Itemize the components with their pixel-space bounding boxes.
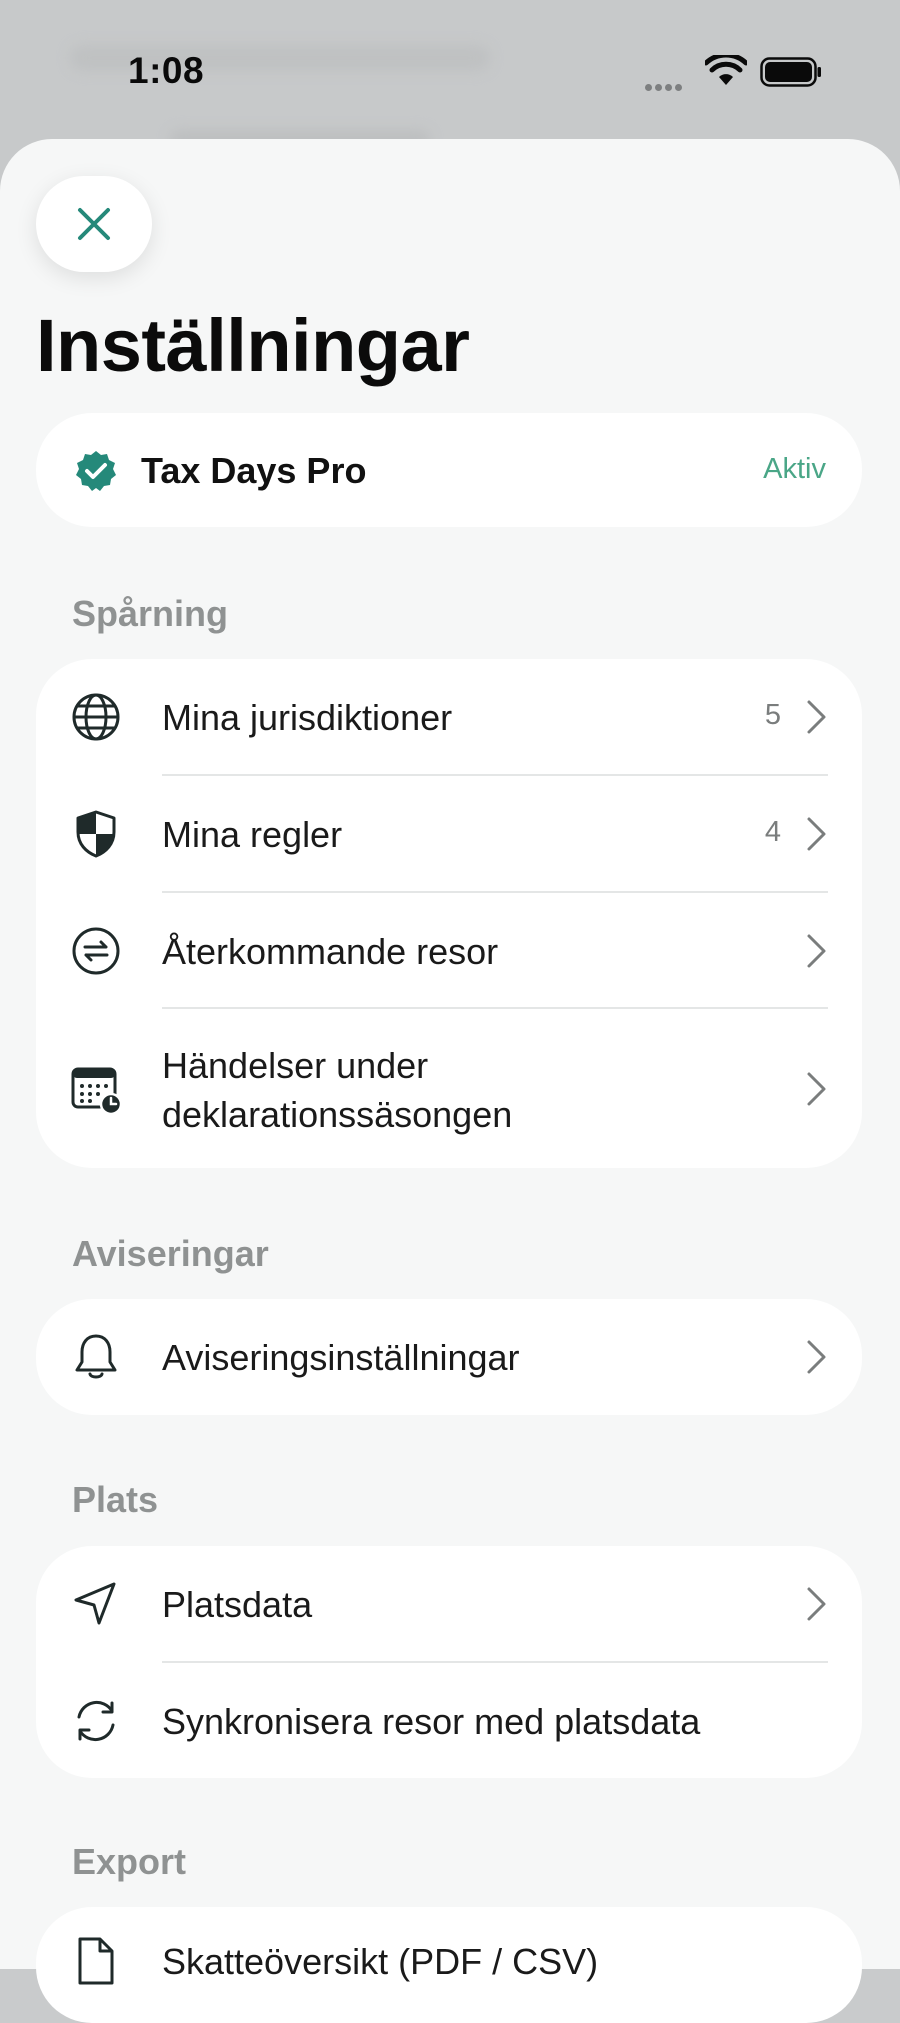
bell-icon — [75, 1334, 117, 1379]
document-icon — [78, 1937, 114, 1985]
chevron-right-icon — [807, 1587, 826, 1621]
row-label: Skatteöversikt (PDF / CSV) — [162, 1941, 599, 1982]
row-label: Återkommande resor — [162, 931, 499, 972]
battery-icon — [760, 57, 821, 87]
close-button[interactable] — [36, 176, 152, 272]
row-label: Mina jurisdiktioner — [162, 697, 453, 738]
page-title: Inställningar — [36, 304, 470, 387]
row-sync-trips[interactable]: Synkronisera resor med platsdata — [36, 1663, 862, 1778]
row-count: 4 — [764, 816, 781, 848]
shield-icon — [76, 810, 116, 858]
section-label-plats: Plats — [72, 1479, 159, 1520]
sync-icon — [77, 1701, 115, 1741]
section-label-sparning: Spårning — [72, 593, 229, 634]
row-label: Platsdata — [162, 1584, 313, 1625]
close-icon — [78, 208, 110, 240]
section-label-aviseringar: Aviseringar — [72, 1233, 269, 1274]
row-tax-season-events[interactable]: Händelser under deklarationssäsongen — [36, 1009, 862, 1168]
row-rules[interactable]: Mina regler 4 — [36, 776, 862, 892]
export-card: Skatteöversikt (PDF / CSV) — [36, 1907, 862, 2023]
calendar-clock-icon — [71, 1067, 122, 1115]
location-arrow-icon — [74, 1582, 116, 1625]
status-time: 1:08 — [128, 50, 205, 91]
verified-badge-icon — [76, 451, 116, 491]
wifi-icon — [705, 55, 747, 85]
row-label: Händelser under deklarationssäsongen — [162, 1045, 513, 1135]
row-tax-summary-export[interactable]: Skatteöversikt (PDF / CSV) — [36, 1907, 862, 2023]
tracking-card: Mina jurisdiktioner 5 Mina regler 4 Åter… — [36, 659, 862, 1168]
row-label: Synkronisera resor med platsdata — [162, 1701, 701, 1742]
repeat-icon — [72, 927, 120, 975]
row-recurring-trips[interactable]: Återkommande resor — [36, 893, 862, 1009]
row-notification-settings[interactable]: Aviseringsinställningar — [36, 1299, 862, 1415]
row-count: 5 — [764, 699, 781, 731]
notifications-card: Aviseringsinställningar — [36, 1299, 862, 1415]
chevron-right-icon — [807, 1340, 826, 1374]
status-bar: 1:08 — [0, 0, 900, 140]
subscription-status: Aktiv — [763, 453, 826, 485]
row-label: Aviseringsinställningar — [162, 1337, 520, 1378]
chevron-right-icon — [807, 700, 826, 734]
section-label-export: Export — [72, 1841, 187, 1882]
row-label: Mina regler — [162, 814, 343, 855]
subscription-card[interactable]: Tax Days Pro Aktiv — [36, 413, 862, 527]
subscription-name: Tax Days Pro — [141, 450, 367, 491]
chevron-right-icon — [807, 934, 826, 968]
globe-icon — [72, 693, 120, 741]
location-card: Platsdata Synkronisera resor med platsda… — [36, 1546, 862, 1778]
chevron-right-icon — [807, 817, 826, 851]
chevron-right-icon — [807, 1072, 826, 1106]
row-location-data[interactable]: Platsdata — [36, 1546, 862, 1662]
signal-icon — [645, 78, 685, 96]
row-jurisdictions[interactable]: Mina jurisdiktioner 5 — [36, 659, 862, 775]
